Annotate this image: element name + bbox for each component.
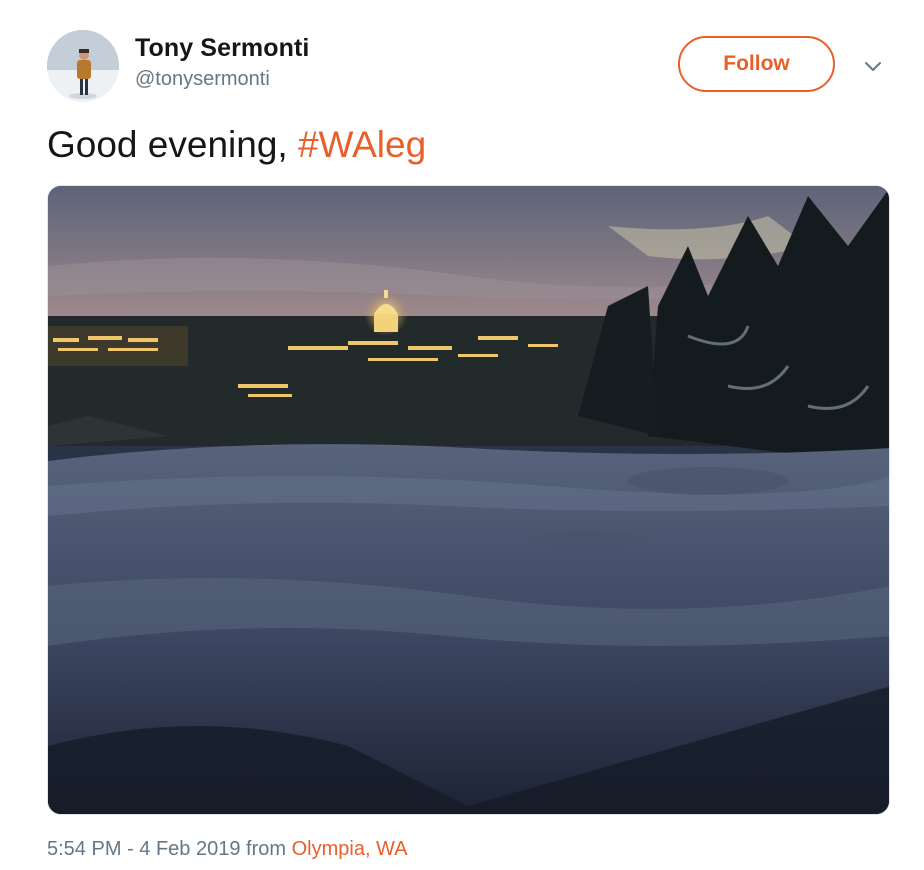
tweet-photo[interactable]: [47, 185, 890, 815]
user-display-name[interactable]: Tony Sermonti: [135, 34, 309, 63]
user-handle[interactable]: @tonysermonti: [135, 68, 270, 91]
chevron-down-icon[interactable]: [862, 55, 884, 77]
photo-icon: [48, 186, 889, 814]
meta-from-label: from: [240, 838, 292, 860]
tweet-card: Tony Sermonti @tonysermonti Follow Good …: [0, 0, 924, 870]
tweet-text: Good evening, #WAleg: [47, 124, 426, 166]
tweet-date[interactable]: 4 Feb 2019: [139, 838, 240, 860]
tweet-metadata: 5:54 PM - 4 Feb 2019 from Olympia, WA: [47, 838, 408, 861]
follow-button[interactable]: Follow: [678, 36, 835, 92]
meta-separator: -: [121, 838, 140, 860]
tweet-text-prefix: Good evening,: [47, 124, 298, 165]
hashtag-link[interactable]: #WAleg: [298, 124, 426, 165]
tweet-time[interactable]: 5:54 PM: [47, 838, 121, 860]
profile-photo-icon[interactable]: [47, 30, 119, 102]
location-link[interactable]: Olympia, WA: [292, 838, 408, 860]
